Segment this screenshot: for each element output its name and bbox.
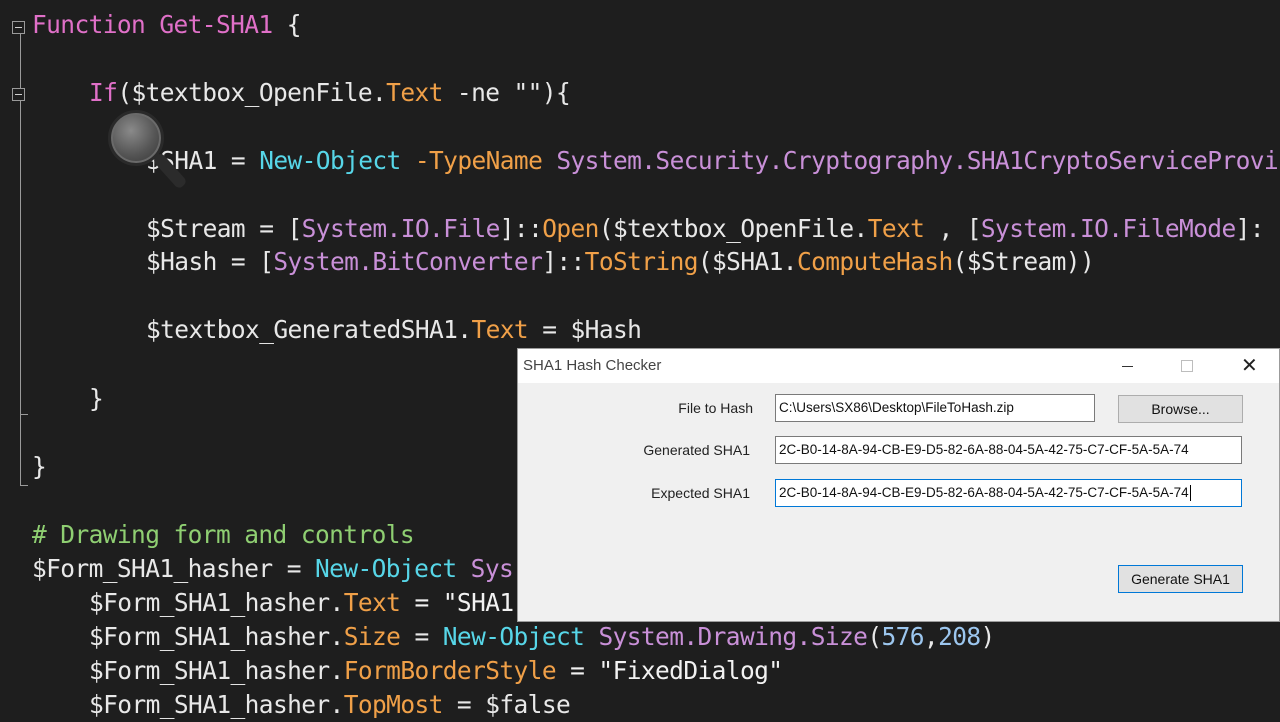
code-token: $Hash = [ <box>146 247 274 276</box>
code-line: } <box>89 382 104 416</box>
code-token: $Form_SHA1_hasher. <box>89 588 344 617</box>
code-token: $Form_SHA1_hasher. <box>89 656 344 685</box>
code-token: New-Object <box>442 622 585 651</box>
code-token: FormBorderStyle <box>343 656 557 685</box>
expected-sha1-label: Expected SHA1 <box>651 485 750 501</box>
window-title: SHA1 Hash Checker <box>523 357 662 374</box>
code-token: Text <box>386 78 443 107</box>
code-token: } <box>32 452 47 481</box>
code-line: If($textbox_OpenFile.Text -ne ""){ <box>89 76 571 110</box>
code-token: New-Object <box>315 554 457 583</box>
code-token: ( <box>867 622 882 651</box>
code-token: , <box>923 622 939 651</box>
generated-sha1-label: Generated SHA1 <box>643 442 750 458</box>
code-token: } <box>89 384 104 413</box>
maximize-button <box>1164 349 1210 383</box>
fold-guide-tick <box>20 414 28 415</box>
expected-sha1-field[interactable]: 2C-B0-14-8A-94-CB-E9-D5-82-6A-88-04-5A-4… <box>775 479 1242 507</box>
code-token: If <box>89 78 118 107</box>
code-token: ) <box>980 622 996 651</box>
code-line: $Stream = [System.IO.File]::Open($textbo… <box>146 212 1265 246</box>
file-to-hash-label: File to Hash <box>678 400 753 416</box>
text-caret <box>1189 485 1191 502</box>
code-token: $Form_SHA1_hasher. <box>89 690 344 719</box>
maximize-icon <box>1181 360 1193 372</box>
code-token: ($textbox_OpenFile. <box>598 214 868 243</box>
fold-collapse-icon[interactable] <box>12 21 25 34</box>
code-line: $SHA1 = New-Object -TypeName System.Secu… <box>146 144 1279 178</box>
code-token: $Form_SHA1_hasher. <box>89 622 344 651</box>
code-token: , [ <box>924 214 981 243</box>
code-token: ]:: <box>499 214 543 243</box>
code-token: System.Drawing.Size <box>584 622 868 651</box>
code-token: ($SHA1. <box>697 247 798 276</box>
code-line: Function Get-SHA1 { <box>32 8 301 42</box>
code-token: ($Stream)) <box>952 247 1095 276</box>
browse-button[interactable]: Browse... <box>1118 395 1243 423</box>
code-token: = "SHA1 <box>400 588 514 617</box>
code-token: Sys <box>456 554 514 583</box>
code-token: System.Security.Cryptography.SHA1CryptoS… <box>556 146 1279 175</box>
minimize-icon <box>1122 366 1133 367</box>
title-bar[interactable]: SHA1 Hash Checker ✕ <box>518 349 1279 383</box>
code-token: $Stream = [ <box>146 214 302 243</box>
code-token: Open <box>542 214 599 243</box>
code-token: $Form_SHA1_hasher = <box>32 554 316 583</box>
code-line: } <box>32 450 47 484</box>
code-token: Text <box>867 214 925 243</box>
code-line: # Drawing form and controls <box>32 518 415 552</box>
generated-sha1-field[interactable]: 2C-B0-14-8A-94-CB-E9-D5-82-6A-88-04-5A-4… <box>775 436 1242 464</box>
close-button[interactable]: ✕ <box>1225 349 1271 383</box>
code-token: { <box>272 10 302 39</box>
code-token: ]: <box>1235 214 1265 243</box>
code-line: $textbox_GeneratedSHA1.Text = $Hash <box>146 313 642 347</box>
minimize-button[interactable] <box>1104 349 1150 383</box>
file-path-input[interactable]: C:\Users\SX86\Desktop\FileToHash.zip <box>775 394 1095 422</box>
code-token: New-Object <box>259 146 401 175</box>
code-token: ($textbox_OpenFile. <box>117 78 387 107</box>
generate-sha1-button[interactable]: Generate SHA1 <box>1118 565 1243 593</box>
code-token: 576 <box>881 622 924 651</box>
code-token: Text <box>471 315 529 344</box>
code-token: System.IO.FileMode <box>980 214 1236 243</box>
code-token: Get-SHA1 <box>159 10 273 39</box>
code-token: System.IO.File <box>301 214 501 243</box>
code-token: ]:: <box>542 247 585 276</box>
code-token: 208 <box>938 622 981 651</box>
code-token: = $Hash <box>528 315 642 344</box>
code-token: # Drawing form and controls <box>32 520 415 549</box>
close-icon: ✕ <box>1241 355 1258 377</box>
code-token: System.BitConverter <box>273 247 543 276</box>
fold-guide-line <box>20 34 21 486</box>
code-token: -TypeName <box>400 146 557 175</box>
magnifier-icon <box>108 110 188 202</box>
code-token: ComputeHash <box>796 247 953 276</box>
code-line: $Form_SHA1_hasher.FormBorderStyle = "Fix… <box>89 654 783 688</box>
code-token: = "FixedDialog" <box>555 656 783 685</box>
code-token: TopMost <box>343 690 444 719</box>
code-token: Text <box>343 588 401 617</box>
code-token: $textbox_GeneratedSHA1. <box>146 315 472 344</box>
code-line: $Form_SHA1_hasher = New-Object Sys <box>32 552 514 586</box>
code-line: $Form_SHA1_hasher.Text = "SHA1 <box>89 586 514 620</box>
fold-collapse-icon[interactable] <box>12 88 25 101</box>
code-token: Size <box>343 622 401 651</box>
fold-guide-tick <box>20 485 28 486</box>
code-token: Function <box>32 10 160 39</box>
code-line: $Hash = [System.BitConverter]::ToString(… <box>146 245 1095 279</box>
code-line: $Form_SHA1_hasher.Size = New-Object Syst… <box>89 620 995 654</box>
code-token: = $false <box>442 690 571 719</box>
code-token: -ne ""){ <box>442 78 571 107</box>
sha1-hash-checker-window: SHA1 Hash Checker ✕ File to Hash C:\User… <box>517 348 1280 622</box>
code-token: = <box>400 622 443 651</box>
code-token: ToString <box>584 247 699 276</box>
expected-sha1-value: 2C-B0-14-8A-94-CB-E9-D5-82-6A-88-04-5A-4… <box>779 485 1189 500</box>
code-line: $Form_SHA1_hasher.TopMost = $false <box>89 688 571 722</box>
